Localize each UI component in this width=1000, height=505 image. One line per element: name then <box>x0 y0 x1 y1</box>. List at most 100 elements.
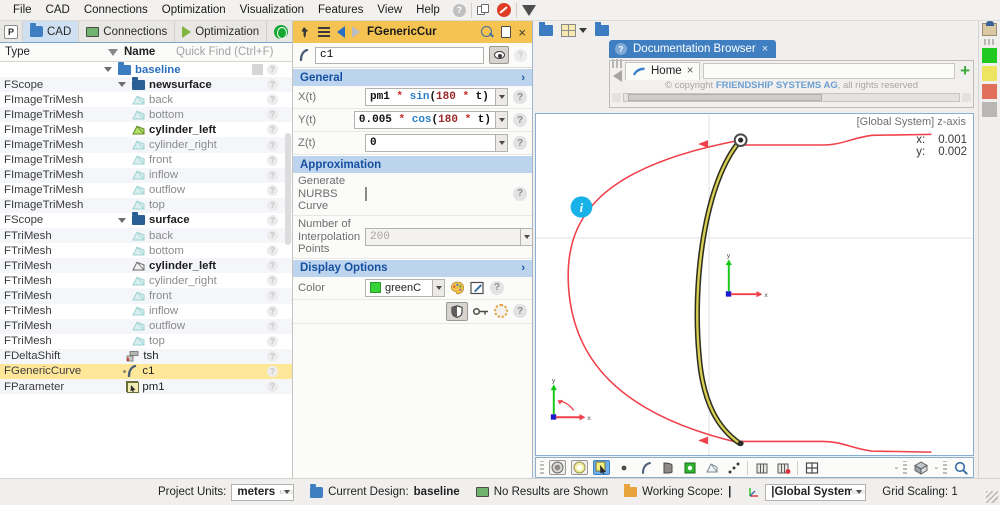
tree-row-cylinder_left[interactable]: FImageTriMesh cylinder_left? <box>0 122 292 137</box>
grid-icon[interactable] <box>803 460 820 475</box>
tree-row-outflow[interactable]: FTriMesh outflow? <box>0 318 292 334</box>
field-x-value[interactable]: pm1 * sin(180 * t) <box>365 88 495 106</box>
doc-url-bar[interactable] <box>703 62 956 79</box>
tree-row-bottom[interactable]: FImageTriMesh bottom? <box>0 107 292 123</box>
tab-project[interactable]: P <box>0 21 23 42</box>
toolbar-grip-2[interactable] <box>903 461 908 474</box>
tab-connections[interactable]: Connections <box>79 21 176 42</box>
solid-icon[interactable] <box>681 460 698 475</box>
tree-row-outflow[interactable]: FImageTriMesh outflow? <box>0 183 292 198</box>
collapse-box-icon[interactable] <box>252 64 263 76</box>
help-icon[interactable]: ? <box>513 304 527 319</box>
tree-row-name-group[interactable]: outflow <box>104 320 185 332</box>
3d-viewport[interactable]: y x y x i [Global System] z-axis x: 0.00… <box>535 113 974 456</box>
tree-row-cylinder_right[interactable]: FImageTriMesh cylinder_right? <box>0 137 292 153</box>
palette-icon[interactable] <box>450 281 465 295</box>
generate-nurbs-checkbox[interactable] <box>365 186 367 201</box>
color-select-group[interactable]: greenC <box>365 278 445 297</box>
menu-cad[interactable]: CAD <box>39 2 77 18</box>
toolbar-grip[interactable] <box>540 461 544 474</box>
visibility-toggle-button[interactable] <box>489 46 509 64</box>
search-icon[interactable] <box>481 25 494 39</box>
help-icon[interactable]: ? <box>267 154 278 166</box>
surface-icon[interactable] <box>659 460 676 475</box>
funnel-icon[interactable] <box>521 4 536 31</box>
section-red-icon[interactable] <box>775 460 792 475</box>
coordinate-system-select[interactable]: |Global System <box>765 483 867 501</box>
tree-row-cylinder_left[interactable]: FTriMesh cylinder_left? <box>0 258 292 274</box>
zoom-icon[interactable] <box>952 460 969 475</box>
curve-icon[interactable] <box>637 460 654 475</box>
tab-home[interactable]: Home × <box>625 61 701 80</box>
help-icon[interactable]: ? <box>267 124 278 136</box>
menu-file[interactable]: File <box>6 2 39 18</box>
tree-row-name-group[interactable]: back <box>104 230 173 242</box>
forbidden-icon[interactable] <box>496 3 511 17</box>
chevron-down-icon[interactable] <box>852 490 866 494</box>
tab-optimization[interactable]: Optimization <box>175 21 268 42</box>
tree-row-name-group[interactable]: tsh <box>104 350 159 362</box>
section-approximation[interactable]: Approximation <box>293 155 532 173</box>
tree-row-pm1[interactable]: FParameter pm1? <box>0 378 292 395</box>
tree-row-name-group[interactable]: pm1 <box>104 381 165 394</box>
cursor-select-icon[interactable] <box>593 460 610 475</box>
menu-help[interactable]: Help <box>409 2 447 18</box>
help-icon[interactable]: ? <box>267 94 278 106</box>
help-icon[interactable]: ? <box>513 136 527 150</box>
expand-arrow-icon[interactable] <box>118 82 126 88</box>
tree-row-surface[interactable]: FScope surface? <box>0 212 292 228</box>
help-icon[interactable]: ? <box>267 169 278 181</box>
pen-icon[interactable] <box>470 281 485 295</box>
tree-row-inflow[interactable]: FImageTriMesh inflow? <box>0 167 292 183</box>
tab-cad[interactable]: CAD <box>23 21 80 42</box>
help-icon[interactable]: ? <box>267 305 278 317</box>
menu-view[interactable]: View <box>370 2 409 18</box>
tree-row-name-group[interactable]: cylinder_right <box>104 275 217 287</box>
scroll-right-icon[interactable] <box>962 93 971 102</box>
dots-icon[interactable] <box>725 460 742 475</box>
tree-row-name-group[interactable]: surface <box>104 212 190 226</box>
tree-row-cylinder_right[interactable]: FTriMesh cylinder_right? <box>0 273 292 288</box>
help-icon[interactable]: ? <box>267 320 278 332</box>
help-icon[interactable]: ? <box>267 214 278 226</box>
filter-funnel-icon[interactable] <box>108 48 118 56</box>
help-icon[interactable]: ? <box>452 3 466 17</box>
help-icon[interactable]: ? <box>267 79 278 91</box>
help-icon[interactable]: ? <box>267 109 278 121</box>
tree-list[interactable]: baseline? FScope newsurface? FImageTriMesh b… <box>0 62 292 478</box>
tree-row-name-group[interactable]: baseline <box>104 62 181 76</box>
point-icon[interactable] <box>615 460 632 475</box>
help-icon[interactable]: ? <box>267 184 278 196</box>
tree-row-name-group[interactable]: newsurface <box>104 76 212 91</box>
tree-row-name-group[interactable]: bottom <box>104 109 184 121</box>
render-icon[interactable] <box>982 21 997 36</box>
expand-arrow-icon[interactable] <box>118 217 126 223</box>
tree-row-back[interactable]: FTriMesh back? <box>0 228 292 244</box>
pin-icon[interactable] <box>299 26 311 39</box>
color-swatch-red[interactable] <box>982 84 997 99</box>
field-x-input-group[interactable]: pm1 * sin(180 * t) <box>365 88 508 106</box>
tree-row-c1[interactable]: FGenericCurve c1? <box>0 363 292 379</box>
help-icon[interactable]: ? <box>267 64 278 76</box>
tree-row-name-group[interactable]: front <box>104 154 172 166</box>
scroll-track[interactable] <box>623 93 960 102</box>
help-icon[interactable]: ? <box>514 48 527 62</box>
section-icon[interactable] <box>753 460 770 475</box>
help-icon[interactable]: ? <box>267 230 278 242</box>
tree-row-name-group[interactable]: bottom <box>104 245 184 257</box>
field-y-value[interactable]: 0.005 * cos(180 * t) <box>353 111 495 129</box>
tree-row-name-group[interactable]: top <box>104 335 165 347</box>
color-value-box[interactable]: greenC <box>365 278 432 297</box>
help-icon[interactable]: ? <box>267 381 278 393</box>
nav-back-icon[interactable] <box>337 26 345 38</box>
color-swatch-yellow[interactable] <box>982 66 997 81</box>
tree-row-baseline[interactable]: baseline? <box>0 62 292 77</box>
project-units-select[interactable]: meters <box>231 483 295 501</box>
cube-icon[interactable] <box>912 460 929 475</box>
menu-optimization[interactable]: Optimization <box>155 2 233 18</box>
sphere-outline-icon[interactable] <box>571 460 588 475</box>
object-name-input[interactable] <box>315 46 484 64</box>
close-icon[interactable]: × <box>518 26 526 39</box>
help-icon[interactable]: ? <box>267 290 278 302</box>
section-display-options[interactable]: Display Options › <box>293 258 532 277</box>
